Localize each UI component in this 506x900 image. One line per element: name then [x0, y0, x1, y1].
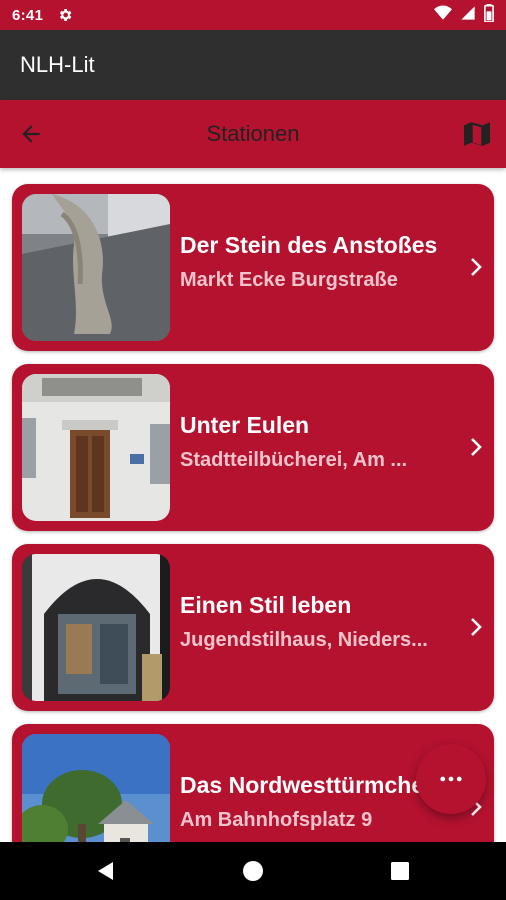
station-image-nordwest	[22, 734, 170, 842]
nav-home-icon[interactable]	[241, 859, 265, 883]
more-options-button[interactable]	[416, 744, 486, 814]
status-bar: 6:41	[0, 0, 506, 30]
map-icon[interactable]	[464, 122, 490, 146]
station-address: Markt Ecke Burgstraße	[180, 269, 398, 291]
wifi-icon	[434, 4, 452, 27]
station-image-stil	[22, 554, 170, 701]
signal-icon	[460, 5, 476, 26]
station-image-eulen	[22, 374, 170, 521]
station-address: Am Bahnhofsplatz 9	[180, 809, 373, 831]
status-time: 6:41	[12, 6, 44, 24]
station-image-stein	[22, 194, 170, 341]
app-bar: NLH-Lit	[0, 30, 506, 100]
station-address: Jugendstilhaus, Nieders...	[180, 629, 428, 651]
chevron-right-icon	[468, 616, 484, 638]
station-name: Einen Stil leben	[180, 592, 352, 618]
station-list: Der Stein des Anstoßes Markt Ecke Burgst…	[0, 168, 506, 842]
page-title: Stationen	[206, 121, 300, 146]
nav-back-icon[interactable]	[94, 859, 118, 883]
station-card-stil[interactable]: Einen Stil leben Jugendstilhaus, Nieders…	[12, 544, 494, 711]
battery-icon	[484, 3, 494, 27]
nav-recents-icon[interactable]	[388, 859, 412, 883]
station-address: Stadtteilbücherei, Am ...	[180, 449, 408, 471]
station-card-eulen[interactable]: Unter Eulen Stadtteilbücherei, Am ...	[12, 364, 494, 531]
settings-icon	[57, 7, 73, 23]
app-title: NLH-Lit	[20, 52, 95, 77]
station-card-stein[interactable]: Der Stein des Anstoßes Markt Ecke Burgst…	[12, 184, 494, 351]
toolbar: Stationen	[0, 100, 506, 168]
station-name: Das Nordwesttürmchen	[180, 772, 439, 798]
system-nav-bar	[0, 842, 506, 900]
chevron-right-icon	[468, 256, 484, 278]
more-horizontal-icon	[440, 770, 462, 788]
back-arrow-icon[interactable]	[18, 121, 44, 147]
station-name: Unter Eulen	[180, 412, 310, 438]
station-name: Der Stein des Anstoßes	[180, 232, 438, 258]
chevron-right-icon	[468, 436, 484, 458]
